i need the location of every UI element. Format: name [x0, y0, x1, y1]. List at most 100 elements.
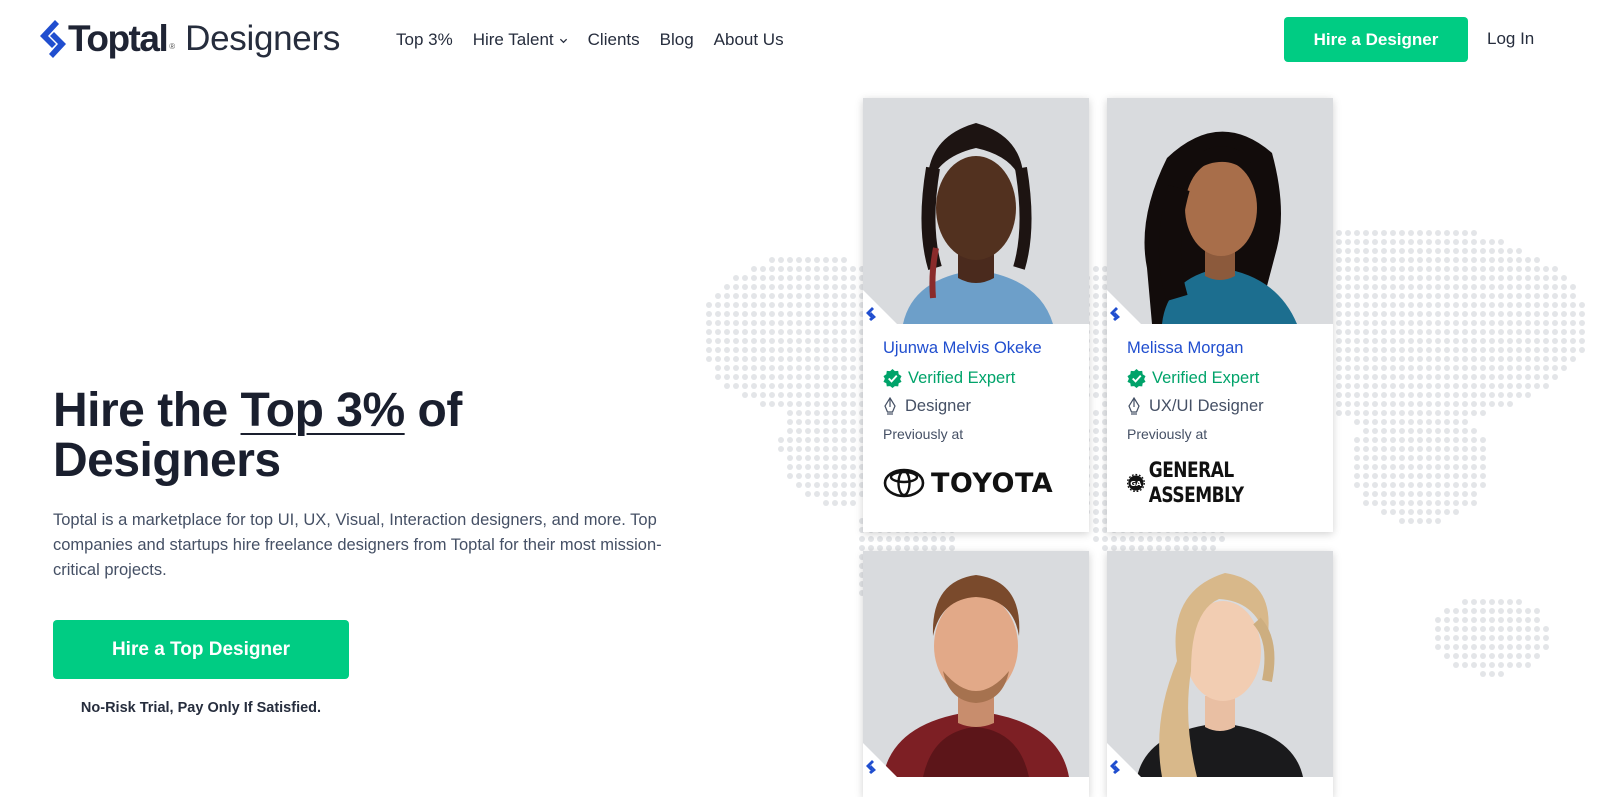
talent-name[interactable]: Ujunwa Melvis Okeke [883, 338, 1069, 358]
toptal-mark-icon [866, 760, 876, 774]
map-dot [1489, 383, 1495, 389]
map-dot [742, 311, 748, 317]
map-dot [1516, 662, 1522, 668]
nav-top-3[interactable]: Top 3% [396, 29, 453, 51]
map-dot [1408, 464, 1414, 470]
map-dot [1480, 482, 1486, 488]
map-dot [832, 437, 838, 443]
map-dot [1471, 257, 1477, 263]
map-dot [1417, 491, 1423, 497]
nav-clients[interactable]: Clients [588, 29, 640, 51]
map-dot [1336, 347, 1342, 353]
map-dot [769, 365, 775, 371]
talent-card-2[interactable]: Melissa Morgan Verified Expert UX/UI Des… [1107, 98, 1333, 532]
map-dot [1363, 464, 1369, 470]
hire-a-designer-button[interactable]: Hire a Designer [1284, 17, 1468, 62]
talent-card-4[interactable] [1107, 551, 1333, 797]
map-dot [850, 491, 856, 497]
map-dot [1435, 491, 1441, 497]
map-dot [850, 446, 856, 452]
map-dot [787, 464, 793, 470]
map-dot [1336, 257, 1342, 263]
map-dot [841, 401, 847, 407]
map-dot [787, 284, 793, 290]
map-dot [823, 338, 829, 344]
map-dot [742, 302, 748, 308]
map-dot [1435, 428, 1441, 434]
map-dot [1516, 392, 1522, 398]
map-dot [1570, 338, 1576, 344]
nav-blog[interactable]: Blog [660, 29, 694, 51]
map-dot [1462, 644, 1468, 650]
map-dot [1426, 500, 1432, 506]
map-dot [1498, 383, 1504, 389]
map-dot [832, 347, 838, 353]
talent-card-1[interactable]: Ujunwa Melvis Okeke Verified Expert Desi… [863, 98, 1089, 532]
map-dot [1471, 266, 1477, 272]
map-dot [769, 374, 775, 380]
map-dot [1543, 338, 1549, 344]
map-dot [1471, 284, 1477, 290]
map-dot [823, 401, 829, 407]
map-dot [1498, 608, 1504, 614]
map-dot [823, 293, 829, 299]
map-dot [832, 374, 838, 380]
map-dot [1570, 347, 1576, 353]
map-dot [1489, 617, 1495, 623]
map-dot [751, 338, 757, 344]
map-dot [1480, 662, 1486, 668]
map-dot [778, 275, 784, 281]
map-dot [1363, 347, 1369, 353]
map-dot [1336, 410, 1342, 416]
map-dot [1435, 626, 1441, 632]
map-dot [1408, 473, 1414, 479]
hero-title-highlight[interactable]: Top 3% [241, 384, 406, 437]
map-dot [1453, 509, 1459, 515]
map-dot [940, 536, 946, 542]
map-dot [841, 275, 847, 281]
map-dot [1444, 473, 1450, 479]
map-dot [1345, 266, 1351, 272]
hire-top-designer-button[interactable]: Hire a Top Designer [53, 620, 349, 679]
map-dot [1417, 383, 1423, 389]
nav-hire-talent[interactable]: Hire Talent [473, 29, 568, 51]
map-dot [769, 347, 775, 353]
map-dot [1489, 329, 1495, 335]
map-dot [751, 311, 757, 317]
map-dot [1201, 536, 1207, 542]
talent-name[interactable]: Melissa Morgan [1127, 338, 1313, 358]
map-dot [1453, 401, 1459, 407]
map-dot [1471, 365, 1477, 371]
map-dot [1435, 446, 1441, 452]
map-dot [1363, 437, 1369, 443]
map-dot [1525, 284, 1531, 290]
map-dot [796, 473, 802, 479]
map-dot [814, 428, 820, 434]
map-dot [769, 401, 775, 407]
map-dot [1399, 455, 1405, 461]
map-dot [1516, 608, 1522, 614]
map-dot [751, 266, 757, 272]
map-dot [1480, 599, 1486, 605]
map-dot [706, 302, 712, 308]
login-link[interactable]: Log In [1487, 29, 1534, 49]
map-dot [1390, 437, 1396, 443]
map-dot [832, 491, 838, 497]
map-dot [1462, 455, 1468, 461]
toptal-logo[interactable]: Toptal ® Designers [38, 18, 340, 60]
map-dot [796, 428, 802, 434]
map-dot [1543, 302, 1549, 308]
map-dot [1561, 284, 1567, 290]
map-dot [1435, 455, 1441, 461]
talent-card-3[interactable] [863, 551, 1089, 797]
map-dot [1534, 347, 1540, 353]
map-dot [805, 446, 811, 452]
map-dot [1516, 383, 1522, 389]
map-dot [751, 383, 757, 389]
map-dot [760, 374, 766, 380]
hero-title-post: of [404, 384, 462, 437]
map-dot [751, 347, 757, 353]
map-dot [1516, 599, 1522, 605]
map-dot [1462, 293, 1468, 299]
nav-about-us[interactable]: About Us [714, 29, 784, 51]
